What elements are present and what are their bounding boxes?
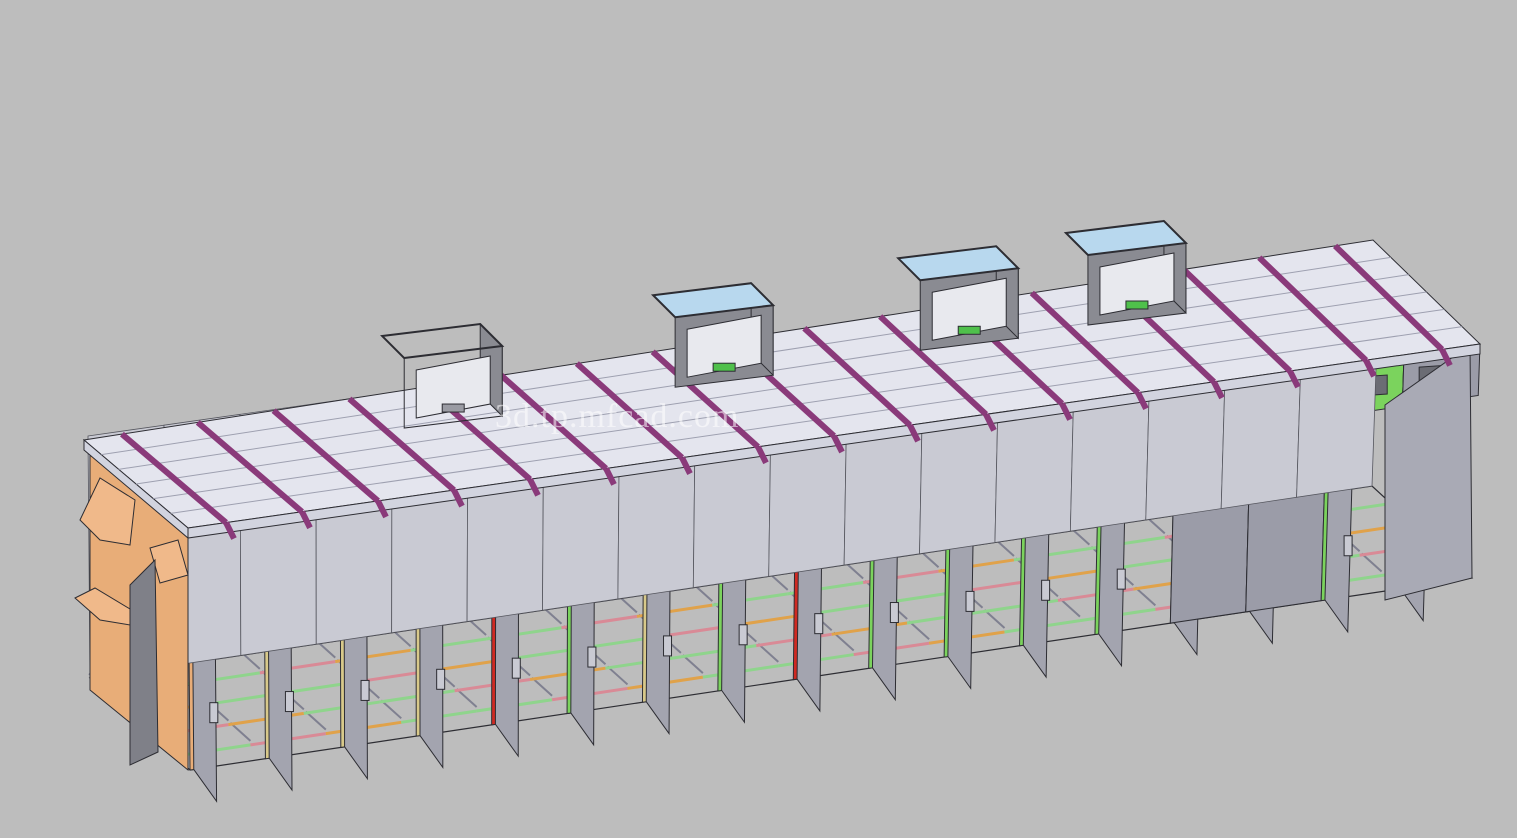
door-handle-icon [1041,579,1051,601]
floor-crossbar [1059,597,1081,618]
floor-crossbar [455,688,478,708]
floor-crossbar [380,699,402,720]
floor-crossbar [833,631,855,652]
door-handle-icon [965,590,975,612]
floor-crossbar [757,643,779,663]
door-handle-icon [209,702,219,724]
floor-crossbar [908,620,930,641]
door-handle-icon [436,668,446,690]
floor-crossbar [1360,552,1383,573]
roof-unit-indicator [1125,300,1149,310]
enclosure-3d-model [74,219,1482,803]
roof-unit-indicator [712,362,736,372]
floor-crossbar [1134,586,1157,607]
floor-crossbar [531,676,553,697]
door-handle-icon [814,613,824,635]
door-handle-icon [738,624,748,646]
floor-crossbar [606,665,629,686]
floor-crossbar [305,710,327,731]
floor-crossbar [229,722,252,742]
roof-unit-indicator [441,403,465,413]
door-handle-icon [284,691,294,713]
door-handle-icon [889,602,899,624]
roof-unit-indicator [957,325,981,335]
door-handle-icon [1343,535,1353,557]
door-handle-icon [511,657,521,679]
door-handle-icon [1116,568,1126,590]
floor-crossbar [682,654,704,674]
door-handle-icon [663,635,673,657]
door-handle-icon [587,646,597,668]
left-door [129,558,159,766]
floor-crossbar [983,609,1006,629]
door-handle-icon [360,679,370,701]
